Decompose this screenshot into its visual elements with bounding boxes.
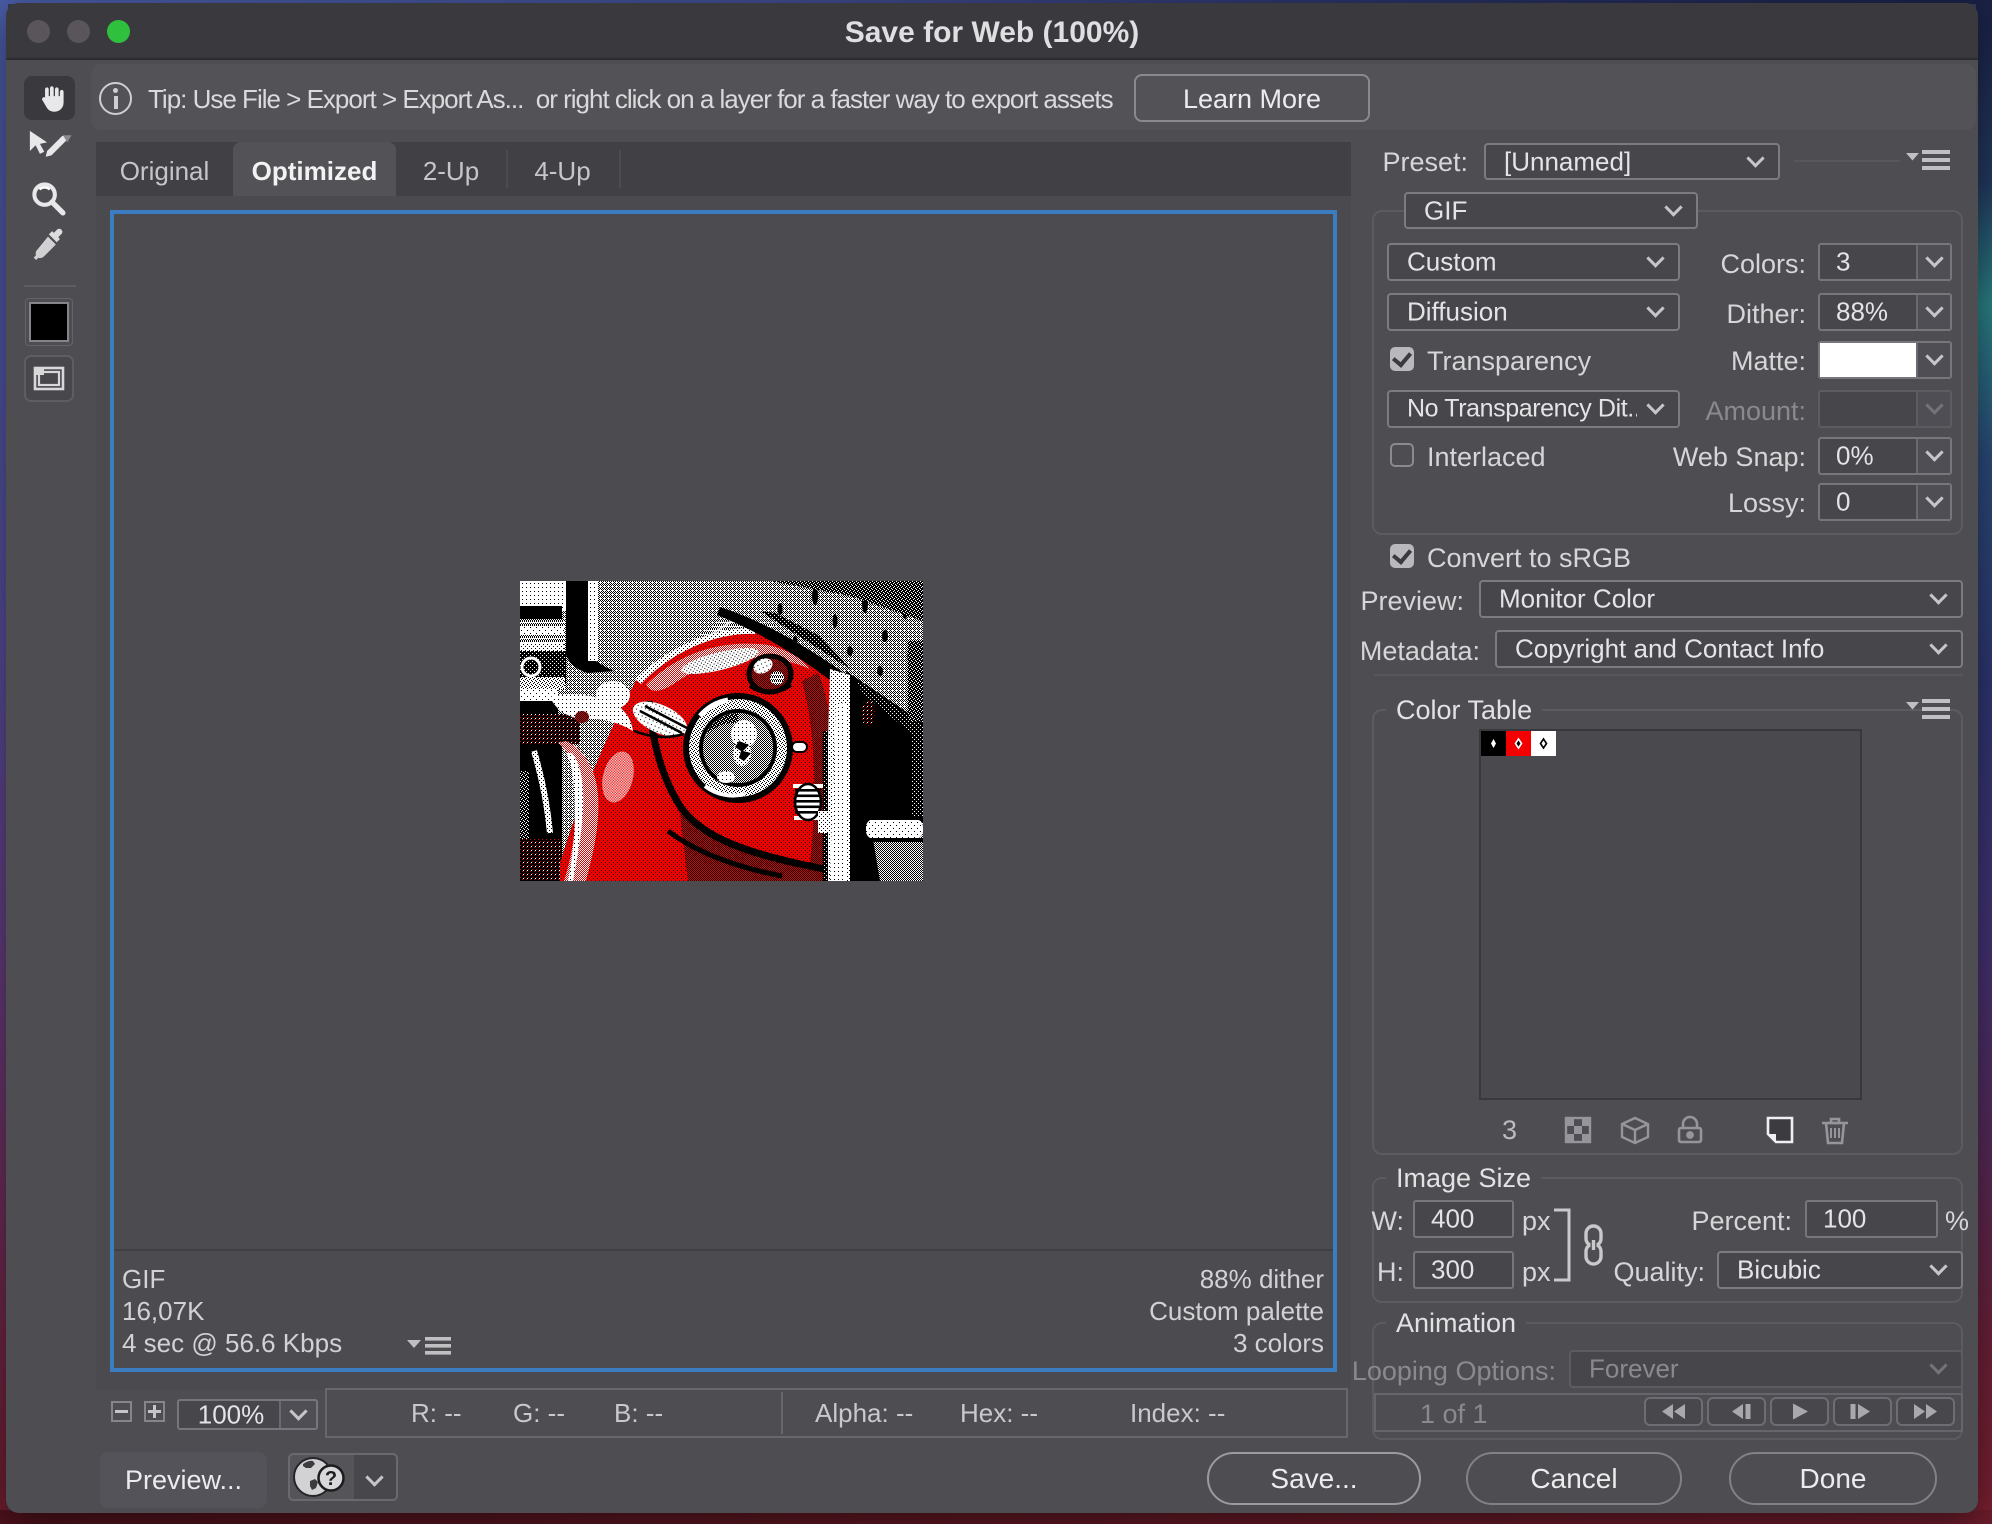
svg-text:?: ? — [325, 1468, 337, 1490]
